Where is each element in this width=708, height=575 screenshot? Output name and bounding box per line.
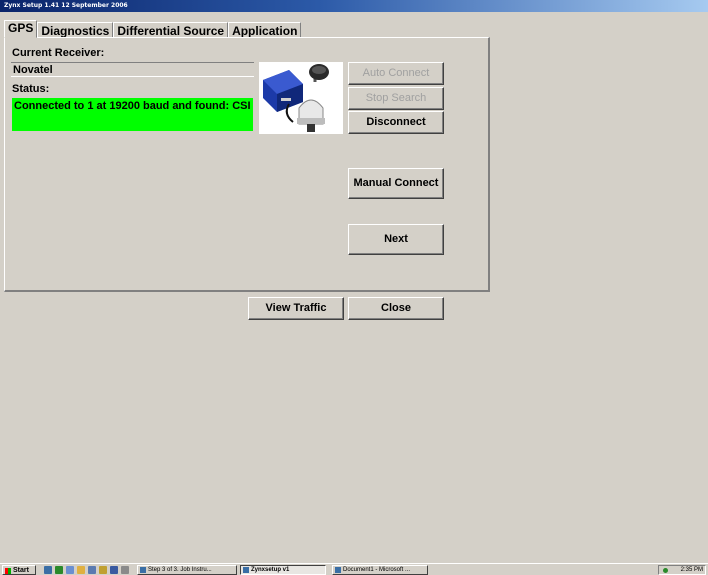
view-traffic-button[interactable]: View Traffic [248, 297, 344, 320]
tab-bar: GPS Diagnostics Differential Source Appl… [4, 20, 302, 38]
taskbar-item-zynxsetup[interactable]: Zynxsetup v1 [240, 565, 326, 575]
auto-connect-button[interactable]: Auto Connect [348, 62, 444, 85]
tab-differential-source[interactable]: Differential Source [113, 22, 229, 38]
window-titlebar: Zynx Setup 1.41 12 September 2006 [0, 0, 708, 12]
gps-tab-panel: Current Receiver: Novatel Status: Connec… [4, 37, 490, 292]
taskbar-item-step[interactable]: Step 3 of 3. Job Instru... [137, 565, 237, 575]
current-receiver-label: Current Receiver: [12, 47, 105, 59]
word-icon [335, 567, 341, 573]
status-value: Connected to 1 at 19200 baud and found: … [12, 98, 253, 131]
excel-icon[interactable] [55, 566, 63, 574]
gps-receiver-image [259, 62, 343, 134]
start-label: Start [13, 567, 29, 574]
manual-connect-button[interactable]: Manual Connect [348, 168, 444, 199]
outlook-icon[interactable] [88, 566, 96, 574]
system-tray: 2:35 PM [658, 565, 706, 575]
tab-gps[interactable]: GPS [4, 20, 38, 38]
windows-flag-icon [5, 568, 11, 574]
window-icon [140, 567, 146, 573]
tool-icon[interactable] [121, 566, 129, 574]
status-label: Status: [12, 83, 50, 95]
close-button[interactable]: Close [348, 297, 444, 320]
gps-receiver-icon [263, 64, 329, 132]
media-icon[interactable] [99, 566, 107, 574]
browser-icon[interactable] [110, 566, 118, 574]
folder-icon[interactable] [77, 566, 85, 574]
taskbar: Start Step 3 of 3. Job Instru... Zynxset… [0, 563, 708, 575]
taskbar-item-label: Step 3 of 3. Job Instru... [148, 567, 212, 573]
taskbar-item-document[interactable]: Document1 - Microsoft ... [332, 565, 428, 575]
tab-diagnostics[interactable]: Diagnostics [37, 22, 114, 38]
taskbar-item-label: Document1 - Microsoft ... [343, 567, 411, 573]
stop-search-button[interactable]: Stop Search [348, 87, 444, 110]
window-icon [243, 567, 249, 573]
start-button[interactable]: Start [2, 565, 36, 575]
network-icon[interactable] [663, 568, 668, 573]
next-button[interactable]: Next [348, 224, 444, 255]
desktop-icon[interactable] [66, 566, 74, 574]
clock: 2:35 PM [680, 567, 703, 573]
ie-icon[interactable] [44, 566, 52, 574]
disconnect-button[interactable]: Disconnect [348, 111, 444, 134]
tab-application[interactable]: Application [228, 22, 302, 38]
window-title: Zynx Setup 1.41 12 September 2006 [4, 2, 128, 9]
current-receiver-value: Novatel [11, 62, 254, 77]
taskbar-item-label: Zynxsetup v1 [251, 567, 290, 573]
